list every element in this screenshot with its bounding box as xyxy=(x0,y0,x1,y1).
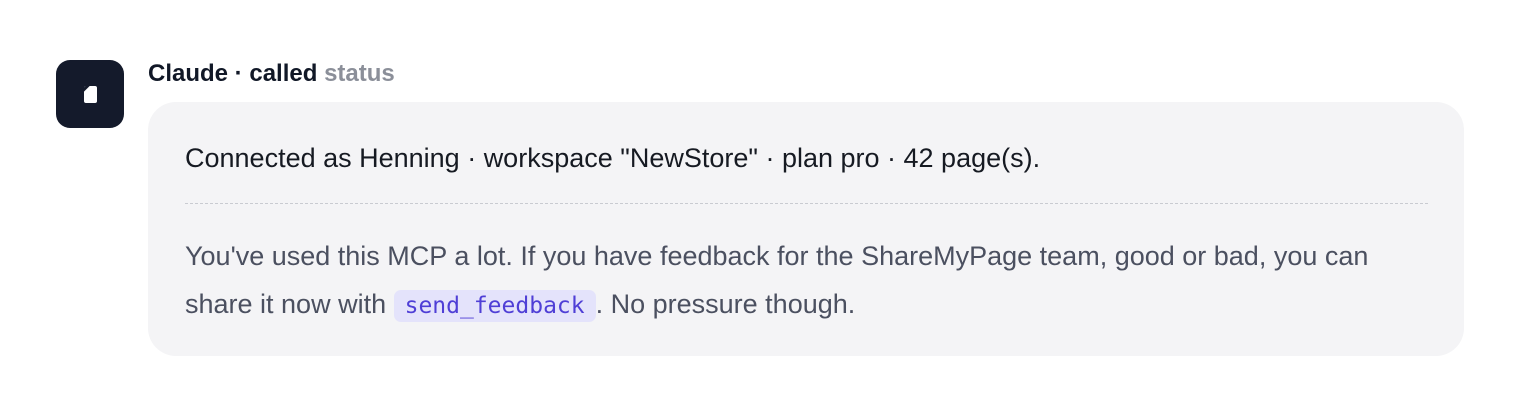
message-content: Claude · called status Connected as Henn… xyxy=(148,60,1464,356)
tool-result-card: Connected as Henning · workspace "NewSto… xyxy=(148,102,1464,356)
assistant-message: Claude · called status Connected as Henn… xyxy=(56,60,1464,356)
tool-call-header: Claude · called status xyxy=(148,60,1464,88)
tool-name: status xyxy=(324,60,395,87)
sender-name: Claude xyxy=(148,60,229,87)
status-text: Connected as Henning · workspace "NewSto… xyxy=(185,143,1041,173)
action-label: called xyxy=(249,60,318,87)
feedback-text-end: . No pressure though. xyxy=(595,289,856,319)
send-feedback-code: send_feedback xyxy=(393,290,596,322)
header-separator: · xyxy=(228,60,250,87)
feedback-text: You've used this MCP a lot. If you have … xyxy=(185,232,1428,330)
divider xyxy=(185,203,1428,204)
document-icon xyxy=(83,85,97,103)
avatar xyxy=(56,60,124,128)
